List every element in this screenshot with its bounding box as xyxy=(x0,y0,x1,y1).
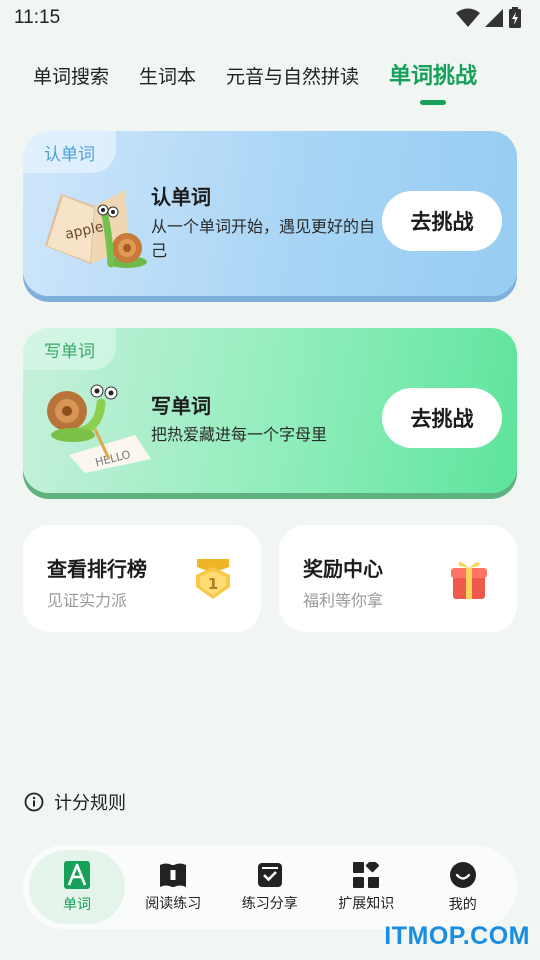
nav-item-extended-knowledge[interactable]: 扩展知识 xyxy=(318,850,415,924)
wifi-icon xyxy=(456,8,480,27)
scoring-rules-link[interactable]: 计分规则 xyxy=(24,789,126,815)
tab-label: 单词搜索 xyxy=(33,66,110,88)
tab-label: 单词挑战 xyxy=(389,64,478,89)
feature-subtitle: 见证实力派 xyxy=(47,591,128,610)
watermark: ITMOP.COM xyxy=(384,922,530,950)
status-time: 11:15 xyxy=(14,7,61,28)
info-icon xyxy=(24,792,44,812)
reward-center-card[interactable]: 奖励中心 福利等你拿 xyxy=(279,525,517,632)
nav-label: 我的 xyxy=(448,896,477,913)
book-snail-illustration: apple xyxy=(45,190,147,268)
write-word-card[interactable]: 写单词 HELLO 写单词 把热爱藏进每一个字母里 去挑战 xyxy=(23,328,517,493)
nav-item-mine[interactable]: 我的 xyxy=(415,850,512,924)
top-tab-bar: 单词搜索 生词本 元音与自然拼读 单词挑战 xyxy=(0,56,540,106)
feature-subtitle: 福利等你拿 xyxy=(303,591,384,610)
feature-title: 奖励中心 xyxy=(303,557,383,581)
tab-word-challenge[interactable]: 单词挑战 xyxy=(389,56,478,105)
nav-item-words[interactable]: 单词 xyxy=(29,850,125,924)
start-challenge-button[interactable]: 去挑战 xyxy=(382,388,502,448)
card-description: 把热爱藏进每一个字母里 xyxy=(151,425,328,444)
recognize-word-card[interactable]: 认单词 apple 认单词 从一个单词开始，遇见更好的自己 去挑战 xyxy=(23,131,517,296)
nav-label: 单词 xyxy=(63,896,91,913)
status-icons xyxy=(456,7,522,29)
grid-icon xyxy=(353,861,380,888)
tab-label: 生词本 xyxy=(139,66,197,88)
card-tag: 认单词 xyxy=(23,131,116,173)
book-icon xyxy=(160,863,187,887)
smile-icon xyxy=(449,861,476,888)
medal-rank: 1 xyxy=(208,575,218,593)
rules-label: 计分规则 xyxy=(54,793,126,814)
medal-icon: 1 xyxy=(196,559,230,599)
tab-vocab-book[interactable]: 生词本 xyxy=(139,56,196,98)
card-title: 写单词 xyxy=(151,394,211,418)
signal-icon xyxy=(485,9,503,27)
nav-label: 阅读练习 xyxy=(145,895,202,912)
nav-label: 练习分享 xyxy=(241,895,298,912)
writing-snail-illustration: HELLO xyxy=(47,384,151,473)
active-tab-indicator xyxy=(420,100,447,105)
card-title: 认单词 xyxy=(151,185,211,209)
leaderboard-card[interactable]: 查看排行榜 见证实力派 1 xyxy=(23,525,261,632)
battery-icon xyxy=(509,7,521,28)
nav-item-reading[interactable]: 阅读练习 xyxy=(125,850,222,924)
status-bar: 11:15 xyxy=(0,0,540,36)
nav-label: 扩展知识 xyxy=(338,895,395,912)
card-description: 从一个单词开始，遇见更好的自己 xyxy=(151,217,376,260)
gift-icon xyxy=(451,561,487,599)
start-challenge-button[interactable]: 去挑战 xyxy=(382,191,502,251)
card-tag: 写单词 xyxy=(23,328,116,370)
tab-word-search[interactable]: 单词搜索 xyxy=(33,56,109,98)
feature-title: 查看排行榜 xyxy=(47,557,147,581)
tab-phonics[interactable]: 元音与自然拼读 xyxy=(226,56,359,98)
nav-item-practice-share[interactable]: 练习分享 xyxy=(222,850,319,924)
tab-label: 元音与自然拼读 xyxy=(226,66,360,88)
share-box-icon xyxy=(257,862,282,887)
bottom-navigation: 单词 阅读练习 练习分享 扩展知识 我的 xyxy=(23,845,517,929)
word-a-icon xyxy=(64,860,90,889)
